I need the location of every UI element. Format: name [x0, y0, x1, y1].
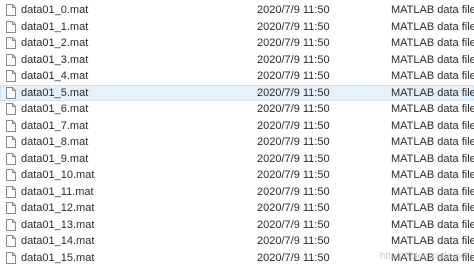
file-type: MATLAB data file — [391, 184, 474, 201]
blank-file-icon — [6, 186, 16, 198]
blank-file-icon — [6, 120, 16, 132]
file-row[interactable]: data01_2.mat 2020/7/9 11:50 MATLAB data … — [0, 35, 474, 52]
file-type: MATLAB data file — [391, 118, 474, 135]
file-type: MATLAB data file — [391, 35, 474, 52]
file-date-modified: 2020/7/9 11:50 — [257, 2, 330, 19]
file-date-modified: 2020/7/9 11:50 — [257, 250, 330, 266]
file-date-modified: 2020/7/9 11:50 — [257, 167, 330, 184]
file-date-modified: 2020/7/9 11:50 — [257, 233, 330, 250]
file-list: data01_0.mat 2020/7/9 11:50 MATLAB data … — [0, 2, 474, 266]
blank-file-icon — [6, 252, 16, 264]
file-name: data01_13.mat — [21, 217, 94, 234]
file-date-modified: 2020/7/9 11:50 — [257, 68, 330, 85]
file-date-modified: 2020/7/9 11:50 — [257, 35, 330, 52]
file-name: data01_0.mat — [21, 2, 88, 19]
file-name: data01_4.mat — [21, 68, 88, 85]
file-row[interactable]: data01_11.mat 2020/7/9 11:50 MATLAB data… — [0, 184, 474, 201]
file-date-modified: 2020/7/9 11:50 — [257, 85, 330, 102]
file-date-modified: 2020/7/9 11:50 — [257, 118, 330, 135]
blank-file-icon — [6, 202, 16, 214]
blank-file-icon — [6, 169, 16, 181]
file-row[interactable]: data01_13.mat 2020/7/9 11:50 MATLAB data… — [0, 217, 474, 234]
file-name: data01_9.mat — [21, 151, 88, 168]
file-name: data01_11.mat — [21, 184, 94, 201]
file-name: data01_1.mat — [21, 19, 88, 36]
file-date-modified: 2020/7/9 11:50 — [257, 200, 330, 217]
blank-file-icon — [6, 103, 16, 115]
file-name: data01_2.mat — [21, 35, 88, 52]
blank-file-icon — [6, 153, 16, 165]
file-type: MATLAB data file — [391, 200, 474, 217]
file-type: MATLAB data file — [391, 101, 474, 118]
file-row[interactable]: data01_3.mat 2020/7/9 11:50 MATLAB data … — [0, 52, 474, 69]
file-name: data01_14.mat — [21, 233, 94, 250]
file-row[interactable]: data01_8.mat 2020/7/9 11:50 MATLAB data … — [0, 134, 474, 151]
file-name: data01_15.mat — [21, 250, 94, 266]
file-name: data01_3.mat — [21, 52, 88, 69]
file-type: MATLAB data file — [391, 151, 474, 168]
blank-file-icon — [6, 235, 16, 247]
file-type: MATLAB data file — [391, 134, 474, 151]
blank-file-icon — [6, 70, 16, 82]
file-type: MATLAB data file — [391, 52, 474, 69]
file-type: MATLAB data file — [391, 167, 474, 184]
file-date-modified: 2020/7/9 11:50 — [257, 19, 330, 36]
file-row[interactable]: data01_10.mat 2020/7/9 11:50 MATLAB data… — [0, 167, 474, 184]
file-name: data01_12.mat — [21, 200, 94, 217]
file-name: data01_10.mat — [21, 167, 94, 184]
file-row[interactable]: data01_7.mat 2020/7/9 11:50 MATLAB data … — [0, 118, 474, 135]
watermark: https://blog.csdn.net/ — [380, 251, 472, 262]
file-name: data01_5.mat — [21, 85, 88, 102]
file-name: data01_8.mat — [21, 134, 88, 151]
blank-file-icon — [6, 87, 16, 99]
file-date-modified: 2020/7/9 11:50 — [257, 101, 330, 118]
blank-file-icon — [6, 136, 16, 148]
file-type: MATLAB data file — [391, 68, 474, 85]
blank-file-icon — [6, 4, 16, 16]
file-type: MATLAB data file — [391, 2, 474, 19]
file-name: data01_7.mat — [21, 118, 88, 135]
blank-file-icon — [6, 21, 16, 33]
blank-file-icon — [6, 37, 16, 49]
file-row[interactable]: data01_6.mat 2020/7/9 11:50 MATLAB data … — [0, 101, 474, 118]
file-row[interactable]: data01_12.mat 2020/7/9 11:50 MATLAB data… — [0, 200, 474, 217]
file-type: MATLAB data file — [391, 85, 474, 102]
file-type: MATLAB data file — [391, 233, 474, 250]
blank-file-icon — [6, 54, 16, 66]
file-row[interactable]: data01_4.mat 2020/7/9 11:50 MATLAB data … — [0, 68, 474, 85]
file-type: MATLAB data file — [391, 19, 474, 36]
file-type: MATLAB data file — [391, 217, 474, 234]
file-row-selected[interactable]: data01_5.mat 2020/7/9 11:50 MATLAB data … — [0, 85, 474, 102]
file-date-modified: 2020/7/9 11:50 — [257, 184, 330, 201]
file-date-modified: 2020/7/9 11:50 — [257, 217, 330, 234]
file-date-modified: 2020/7/9 11:50 — [257, 151, 330, 168]
file-row[interactable]: data01_1.mat 2020/7/9 11:50 MATLAB data … — [0, 19, 474, 36]
file-row[interactable]: data01_14.mat 2020/7/9 11:50 MATLAB data… — [0, 233, 474, 250]
file-row[interactable]: data01_0.mat 2020/7/9 11:50 MATLAB data … — [0, 2, 474, 19]
file-date-modified: 2020/7/9 11:50 — [257, 134, 330, 151]
blank-file-icon — [6, 219, 16, 231]
file-name: data01_6.mat — [21, 101, 88, 118]
file-row[interactable]: data01_9.mat 2020/7/9 11:50 MATLAB data … — [0, 151, 474, 168]
file-date-modified: 2020/7/9 11:50 — [257, 52, 330, 69]
